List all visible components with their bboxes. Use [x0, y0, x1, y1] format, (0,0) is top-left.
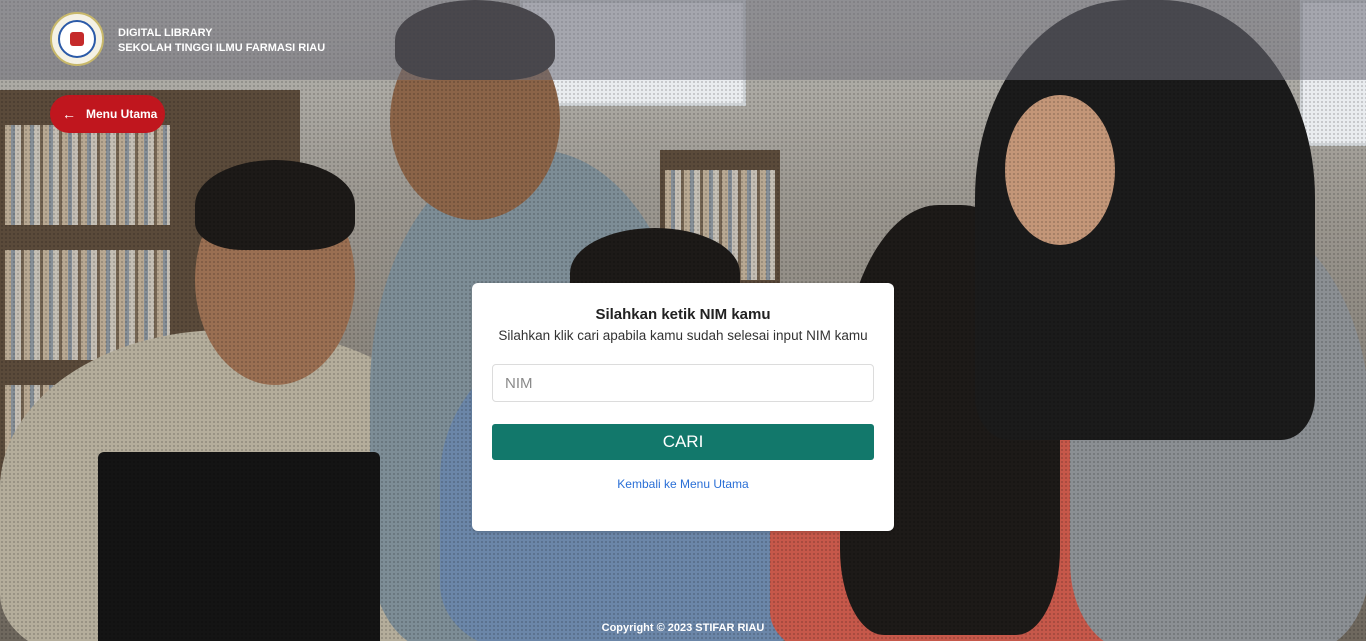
- nim-search-card: Silahkan ketik NIM kamu Silahkan klik ca…: [472, 283, 894, 531]
- brand-line-1: DIGITAL LIBRARY: [118, 27, 213, 39]
- menu-utama-label: Menu Utama: [86, 107, 158, 121]
- cari-button[interactable]: CARI: [492, 424, 874, 460]
- menu-utama-button[interactable]: ← Menu Utama: [50, 95, 165, 133]
- nim-input[interactable]: [492, 364, 874, 402]
- brand-line-2: SEKOLAH TINGGI ILMU FARMASI RIAU: [118, 42, 326, 54]
- arrow-left-icon: ←: [62, 106, 76, 122]
- card-subtitle: Silahkan klik cari apabila kamu sudah se…: [498, 328, 868, 343]
- college-seal-logo: [50, 12, 104, 66]
- header-bar: DIGITAL LIBRARY SEKOLAH TINGGI ILMU FARM…: [0, 0, 1366, 80]
- brand-title: DIGITAL LIBRARY SEKOLAH TINGGI ILMU FARM…: [118, 26, 325, 56]
- card-title: Silahkan ketik NIM kamu: [595, 306, 771, 323]
- copyright-footer: Copyright © 2023 STIFAR RIAU: [601, 622, 765, 634]
- back-to-menu-link[interactable]: Kembali ke Menu Utama: [492, 477, 874, 491]
